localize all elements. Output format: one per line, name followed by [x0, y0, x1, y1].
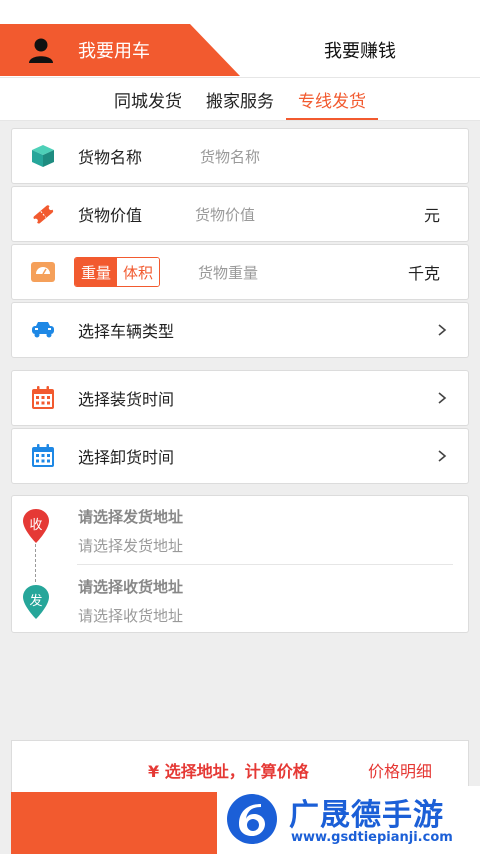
tab-line-delivery[interactable]: 专线发货: [286, 78, 378, 120]
chevron-right-icon: [438, 324, 447, 336]
to-address-title[interactable]: 请选择收货地址: [78, 576, 183, 597]
toggle-volume[interactable]: 体积: [117, 258, 160, 286]
unload-time-label: 选择卸货时间: [78, 448, 175, 467]
load-time-row[interactable]: 选择装货时间: [11, 370, 469, 426]
ticket-icon: [30, 201, 56, 227]
load-time-label: 选择装货时间: [78, 390, 175, 409]
watermark: 广晟德手游 www.gsdtiepianji.com: [217, 786, 480, 854]
chevron-right-icon: [438, 392, 447, 404]
goods-name-row[interactable]: 货物名称 货物名称: [11, 128, 469, 184]
watermark-title: 广晟德手游: [289, 798, 444, 833]
goods-weight-unit: 千克: [407, 264, 440, 283]
goods-value-label: 货物价值: [78, 206, 143, 225]
goods-name-input[interactable]: 货物名称: [200, 146, 260, 167]
goods-name-label: 货物名称: [78, 148, 143, 167]
vehicle-type-row[interactable]: 选择车辆类型: [11, 302, 469, 358]
box-icon: [30, 143, 56, 169]
address-divider: [77, 564, 453, 565]
goods-value-row[interactable]: 货物价值 货物价值 元: [11, 186, 469, 242]
to-address-detail[interactable]: 请选择收货地址: [78, 605, 183, 626]
receive-pin-label: 收: [29, 518, 43, 533]
from-address-detail[interactable]: 请选择发货地址: [78, 535, 183, 556]
watermark-logo-icon: [227, 794, 277, 844]
car-icon: [30, 317, 56, 343]
send-pin-label: 发: [29, 594, 43, 609]
role-tab-user-label: 我要用车: [78, 41, 150, 62]
calendar-icon: [30, 385, 56, 411]
from-address-title[interactable]: 请选择发货地址: [78, 506, 183, 527]
top-bar: 我要用车 我要赚钱: [0, 0, 480, 77]
goods-value-unit: 元: [423, 206, 440, 225]
unload-time-row[interactable]: 选择卸货时间: [11, 428, 469, 484]
tab-city-delivery[interactable]: 同城发货: [102, 78, 194, 120]
service-tabs: 同城发货 搬家服务 专线发货: [0, 77, 480, 121]
weight-volume-toggle[interactable]: 重量 体积: [74, 257, 161, 287]
route-connector: [35, 544, 36, 582]
role-tab-earn[interactable]: 我要赚钱: [240, 24, 480, 76]
tab-moving-service[interactable]: 搬家服务: [194, 78, 286, 120]
scale-icon: [30, 259, 56, 285]
calendar-icon: [30, 443, 56, 469]
goods-weight-input[interactable]: 货物重量: [198, 262, 258, 283]
goods-value-input[interactable]: 货物价值: [195, 204, 255, 225]
watermark-url: www.gsdtiepianji.com: [291, 830, 453, 845]
role-tab-user[interactable]: 我要用车: [0, 24, 240, 76]
price-text: ¥ 选择地址，计算价格: [148, 762, 309, 781]
goods-weight-row[interactable]: 重量 体积 货物重量 千克: [11, 244, 469, 300]
vehicle-type-label: 选择车辆类型: [78, 322, 175, 341]
price-detail-link[interactable]: 价格明细: [368, 758, 432, 782]
toggle-weight[interactable]: 重量: [75, 258, 118, 286]
chevron-right-icon: [438, 450, 447, 462]
user-icon: [29, 38, 53, 63]
